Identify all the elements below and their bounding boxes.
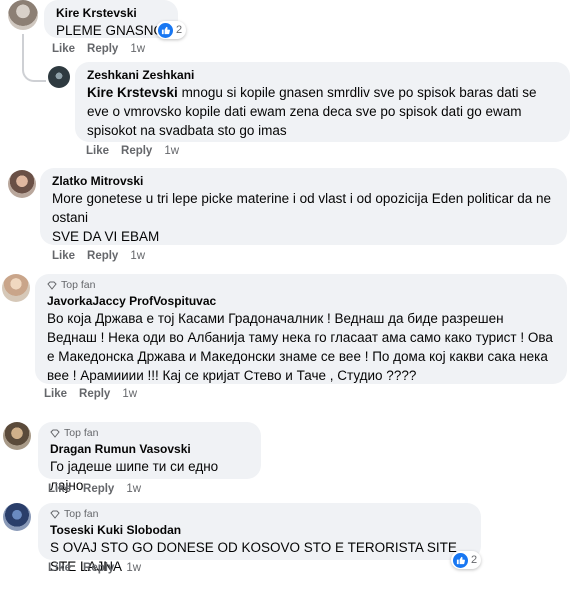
reply-button[interactable]: Reply bbox=[87, 43, 118, 55]
comment-text: PLEME GNASNO bbox=[56, 23, 165, 38]
mention-tag[interactable]: Kire Krstevski bbox=[87, 85, 178, 100]
avatar[interactable] bbox=[8, 170, 36, 198]
avatar[interactable] bbox=[3, 503, 31, 531]
comment-author[interactable]: Zeshkani Zeshkani bbox=[87, 67, 558, 83]
timestamp[interactable]: 1w bbox=[130, 250, 145, 262]
thumbs-up-icon bbox=[158, 22, 173, 38]
comment-text: Во која Држава е тој Касами Градоначални… bbox=[47, 311, 557, 383]
like-button[interactable]: Like bbox=[48, 483, 71, 495]
like-button[interactable]: Like bbox=[44, 388, 67, 400]
reply-button[interactable]: Reply bbox=[87, 250, 118, 262]
comment-actions: Like Reply 1w bbox=[52, 43, 145, 55]
reaction-number: 2 bbox=[176, 24, 183, 36]
comment-author[interactable]: Zlatko Mitrovski bbox=[52, 173, 555, 189]
comment-actions: Like Reply 1w bbox=[52, 250, 145, 262]
comment-actions: Like Reply 1w bbox=[86, 145, 179, 157]
like-button[interactable]: Like bbox=[86, 145, 109, 157]
reply-button[interactable]: Reply bbox=[83, 562, 114, 574]
top-fan-label: Top fan bbox=[64, 427, 99, 439]
reply-button[interactable]: Reply bbox=[79, 388, 110, 400]
reply-button[interactable]: Reply bbox=[83, 483, 114, 495]
comment-author[interactable]: JavorkaJaccy ProfVospituvac bbox=[47, 293, 555, 309]
avatar[interactable] bbox=[8, 0, 38, 30]
comment-actions: Like Reply 1w bbox=[44, 388, 137, 400]
thumbs-up-icon bbox=[453, 552, 468, 568]
like-button[interactable]: Like bbox=[52, 250, 75, 262]
like-button[interactable]: Like bbox=[48, 562, 71, 574]
diamond-icon bbox=[47, 281, 57, 290]
top-fan-label: Top fan bbox=[64, 508, 99, 520]
comment-bubble: Zeshkani Zeshkani Kire Krstevski mnogu s… bbox=[75, 62, 570, 142]
reaction-count[interactable]: 2 bbox=[156, 21, 187, 39]
timestamp[interactable]: 1w bbox=[130, 43, 145, 55]
comment-author[interactable]: Dragan Rumun Vasovski bbox=[50, 441, 249, 457]
timestamp[interactable]: 1w bbox=[126, 483, 141, 495]
comment-author[interactable]: Toseski Kuki Slobodan bbox=[50, 522, 469, 538]
comment-bubble: Zlatko Mitrovski More gonetese u tri lep… bbox=[40, 168, 567, 245]
like-button[interactable]: Like bbox=[52, 43, 75, 55]
reply-button[interactable]: Reply bbox=[121, 145, 152, 157]
comment-bubble: Top fan JavorkaJaccy ProfVospituvac Во к… bbox=[35, 274, 567, 384]
comment-author[interactable]: Kire Krstevski bbox=[56, 5, 166, 21]
reaction-count[interactable]: 2 bbox=[451, 551, 482, 569]
comment-bubble: Top fan Dragan Rumun Vasovski Го јадеше … bbox=[38, 422, 261, 493]
reply-thread-line bbox=[22, 34, 46, 82]
diamond-icon bbox=[50, 429, 60, 438]
comment-actions: Like Reply 1w bbox=[48, 562, 141, 574]
top-fan-label: Top fan bbox=[61, 279, 96, 291]
comment-actions: Like Reply 1w bbox=[48, 483, 141, 495]
comment-text: More gonetese u tri lepe picke materine … bbox=[52, 191, 552, 244]
comment-bubble: Top fan Toseski Kuki Slobodan S OVAJ STO… bbox=[38, 503, 481, 574]
reaction-number: 2 bbox=[471, 554, 478, 566]
avatar[interactable] bbox=[3, 422, 31, 450]
comment-text: Kire Krstevski mnogu si kopile gnasen sm… bbox=[87, 83, 558, 140]
top-fan-badge: Top fan bbox=[47, 279, 555, 292]
avatar[interactable] bbox=[48, 66, 70, 88]
diamond-icon bbox=[50, 510, 60, 519]
avatar[interactable] bbox=[2, 274, 30, 302]
top-fan-badge: Top fan bbox=[50, 508, 469, 521]
top-fan-badge: Top fan bbox=[50, 427, 249, 440]
timestamp[interactable]: 1w bbox=[164, 145, 179, 157]
timestamp[interactable]: 1w bbox=[122, 388, 137, 400]
timestamp[interactable]: 1w bbox=[126, 562, 141, 574]
